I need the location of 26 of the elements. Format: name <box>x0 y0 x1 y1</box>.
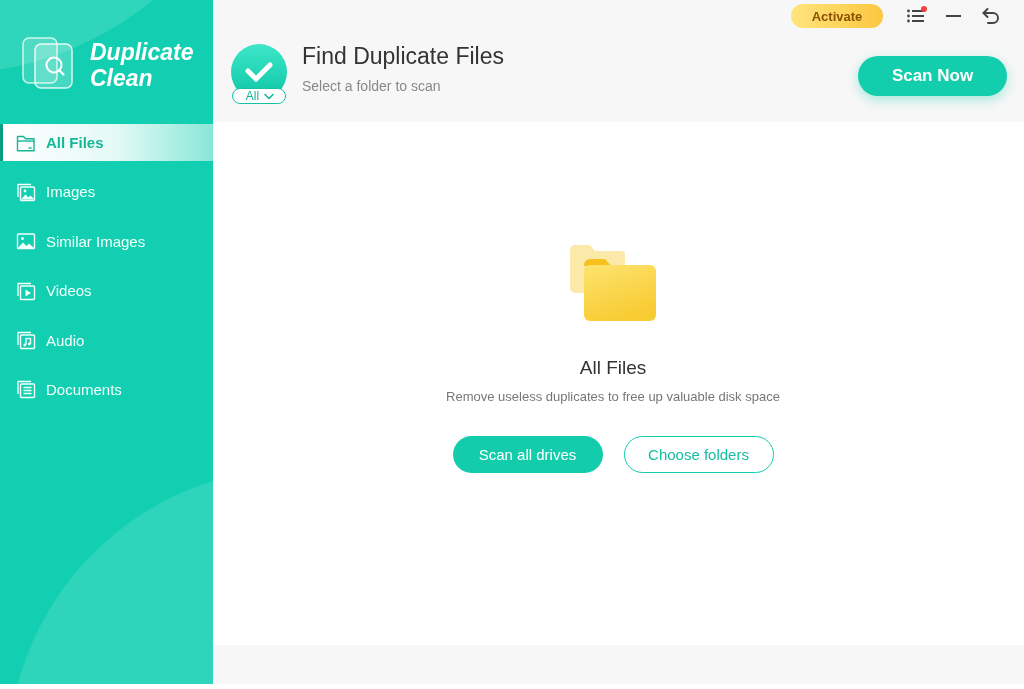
image-icon <box>16 231 36 252</box>
music-note-icon <box>16 330 36 351</box>
chevron-down-icon <box>264 92 275 100</box>
menu-icon[interactable] <box>907 9 924 23</box>
video-icon <box>16 280 36 301</box>
section-description: Remove useless duplicates to free up valuable disk space <box>446 388 780 406</box>
scan-now-button[interactable]: Scan Now <box>858 56 1007 96</box>
sidebar-item[interactable]: Videos <box>0 272 213 310</box>
scan-all-drives-button[interactable]: Scan all drives <box>452 436 603 473</box>
document-icon <box>16 379 36 400</box>
sidebar-item[interactable]: Documents <box>0 370 213 408</box>
filter-dropdown[interactable]: All <box>232 88 286 104</box>
return-arrow-icon[interactable] <box>982 8 999 24</box>
page-title: Find Duplicate Files <box>302 42 504 70</box>
images-icon <box>16 181 36 202</box>
app-name: Duplicate Clean <box>90 39 194 91</box>
choose-folders-button[interactable]: Choose folders <box>623 436 774 473</box>
sidebar-item[interactable]: Images <box>0 173 213 211</box>
section-title: All Files <box>579 356 647 380</box>
sidebar-item[interactable]: All Files <box>0 124 213 161</box>
app-logo-icon <box>22 37 74 89</box>
sidebar-item[interactable]: Audio <box>0 321 213 359</box>
activate-button[interactable]: Activate <box>791 4 883 28</box>
page-subtitle: Select a folder to scan <box>302 77 442 96</box>
folder-icon <box>570 245 656 321</box>
sidebar-item[interactable]: Similar Images <box>0 222 213 260</box>
